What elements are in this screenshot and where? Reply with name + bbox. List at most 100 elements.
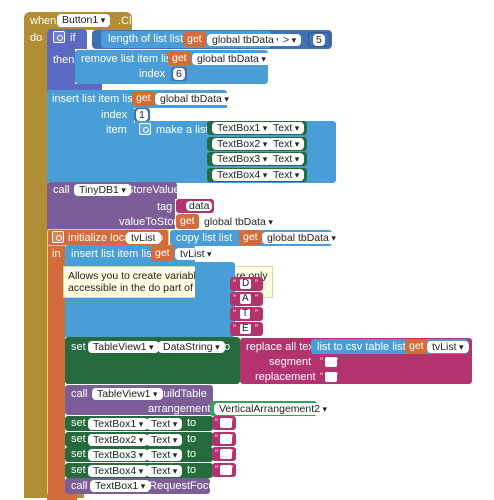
empty-text-block[interactable]: “”	[212, 447, 236, 461]
copy-get-var-block[interactable]: get	[239, 230, 262, 245]
letter-text-field[interactable]: D	[240, 279, 252, 289]
insert-item-label: item	[106, 124, 127, 136]
setter-prop-dropdown[interactable]: Text	[146, 449, 183, 461]
getter-prop-dropdown[interactable]: Text	[268, 137, 305, 150]
remove-index-number-field[interactable]: 6	[173, 68, 185, 80]
local-mutator-gear-icon[interactable]	[52, 231, 64, 243]
local-insert-get-var-block[interactable]: get	[151, 246, 174, 261]
setter-set-label: set	[71, 463, 86, 476]
copy-global-var-dropdown[interactable]: global tbData	[262, 232, 341, 244]
setter-to-label: to	[187, 432, 197, 445]
compare-operator-dropdown[interactable]: >	[278, 34, 302, 46]
local-insert-var-dropdown[interactable]: tvList	[175, 248, 217, 260]
replacement-text-block[interactable]: “”	[317, 370, 341, 384]
number-field[interactable]: 5	[313, 34, 325, 46]
insert-list-item-label: insert list item list	[52, 93, 136, 105]
number-block[interactable]: 5	[308, 32, 330, 47]
focus-component-dropdown[interactable]: TextBox1	[90, 480, 151, 492]
getter-prop-dropdown[interactable]: Text	[268, 153, 305, 165]
setter-prop-dropdown[interactable]: Text	[146, 433, 183, 446]
local-insert-label: insert list item list	[71, 248, 155, 260]
setter-to-label: to	[187, 417, 197, 429]
store-get-var-block[interactable]: get	[176, 214, 199, 229]
init-local-label: initialize local	[68, 232, 133, 244]
letters-make-list-block[interactable]	[195, 262, 235, 337]
replace-all-text-label: replace all text	[246, 341, 317, 353]
focus-call-label: call	[71, 480, 88, 492]
getter-prop-dropdown[interactable]: Text	[268, 168, 305, 181]
getter-component-dropdown[interactable]: TextBox3	[212, 153, 273, 165]
store-global-var-dropdown[interactable]: global tbData	[199, 216, 278, 228]
letter-text-block[interactable]: “D”	[230, 277, 263, 291]
letter-text-field[interactable]: T	[240, 309, 251, 319]
when-label: when	[30, 15, 57, 27]
setter-prop-dropdown[interactable]: Text	[146, 418, 183, 430]
build-component-dropdown[interactable]: TableView1	[92, 388, 163, 400]
local-to-label: to	[154, 232, 164, 244]
tv-prop-dropdown[interactable]: DataString	[158, 341, 225, 353]
setter-to-label: to	[187, 463, 197, 476]
empty-text-block[interactable]: “”	[212, 416, 236, 430]
list-to-csv-label: list to csv table list	[317, 341, 406, 353]
make-list-mutator-gear-icon[interactable]	[139, 123, 151, 135]
setter-component-dropdown[interactable]: TextBox3	[88, 449, 149, 461]
get-label: get	[155, 247, 170, 259]
setter-component-dropdown[interactable]: TextBox1	[88, 418, 149, 430]
build-call-label: call	[71, 388, 88, 400]
local-bottom-bar	[47, 494, 77, 500]
getter-prop-dropdown[interactable]: Text	[268, 122, 305, 134]
letter-text-block[interactable]: “A”	[230, 292, 263, 306]
store-call-label: call	[53, 184, 70, 196]
insert-index-number-field[interactable]: 1	[136, 109, 148, 121]
tv-component-dropdown[interactable]: TableView1	[88, 341, 159, 353]
setter-prop-dropdown[interactable]: Text	[146, 464, 183, 477]
insert-index-label: index	[101, 109, 128, 121]
segment-text-block[interactable]: “”	[317, 355, 341, 369]
csv-var-dropdown[interactable]: tvList	[427, 341, 469, 353]
arrangement-dropdown[interactable]: VerticalArrangement2	[214, 403, 333, 415]
get-label: get	[136, 92, 151, 104]
insert-index-number-block[interactable]: 1	[134, 108, 150, 122]
remove-index-number-block[interactable]: 6	[171, 67, 187, 81]
do-label: do	[30, 32, 43, 44]
copy-list-label: copy list list	[176, 232, 233, 244]
remove-list-item-label: remove list item list	[81, 53, 175, 65]
setter-to-label: to	[187, 448, 197, 460]
event-component-dropdown[interactable]: Button1	[57, 14, 111, 27]
setter-set-label: set	[71, 417, 86, 429]
store-method-label: .StoreValue	[123, 184, 180, 196]
getter-component-dropdown[interactable]: TextBox2	[212, 137, 273, 150]
setter-component-dropdown[interactable]: TextBox2	[88, 433, 149, 446]
remove-index-label: index	[139, 68, 166, 80]
empty-text-block[interactable]: “”	[212, 462, 236, 477]
remove-global-var-dropdown[interactable]: global tbData	[192, 53, 271, 65]
global-var-dropdown[interactable]: global tbData	[207, 34, 286, 46]
get-label: get	[172, 52, 187, 64]
tv-set-label: set	[71, 341, 86, 353]
store-value-label: valueToStore	[119, 216, 184, 228]
get-label: get	[187, 33, 202, 45]
csv-get-var-block[interactable]: get	[405, 339, 428, 354]
letter-text-block[interactable]: “E”	[230, 322, 263, 336]
insert-global-var-dropdown[interactable]: global tbData	[155, 93, 234, 105]
letter-text-block[interactable]: “T”	[230, 307, 263, 321]
if-mutator-gear-icon[interactable]	[53, 31, 65, 43]
empty-text-block[interactable]: “”	[212, 431, 236, 446]
letter-text-field[interactable]: E	[240, 324, 251, 334]
letter-text-field[interactable]: A	[240, 294, 251, 304]
get-label: get	[180, 215, 195, 227]
replacement-label: replacement	[255, 371, 316, 383]
arrangement-label: arrangement	[148, 403, 211, 415]
getter-component-dropdown[interactable]: TextBox4	[212, 168, 273, 181]
getter-component-dropdown[interactable]: TextBox1	[212, 122, 273, 134]
insert-get-var-block[interactable]: get	[132, 91, 155, 106]
setter-component-dropdown[interactable]: TextBox4	[88, 464, 149, 477]
get-label: get	[409, 340, 424, 352]
build-method-label: .BuildTable	[153, 388, 207, 400]
make-a-list-label: make a list	[156, 124, 209, 136]
remove-get-var-block[interactable]: get	[168, 51, 191, 66]
tag-text-field[interactable]: data	[186, 201, 213, 211]
get-var-block[interactable]: get	[183, 32, 206, 47]
local-in-label: in	[52, 248, 61, 260]
event-body-bar	[24, 30, 48, 496]
